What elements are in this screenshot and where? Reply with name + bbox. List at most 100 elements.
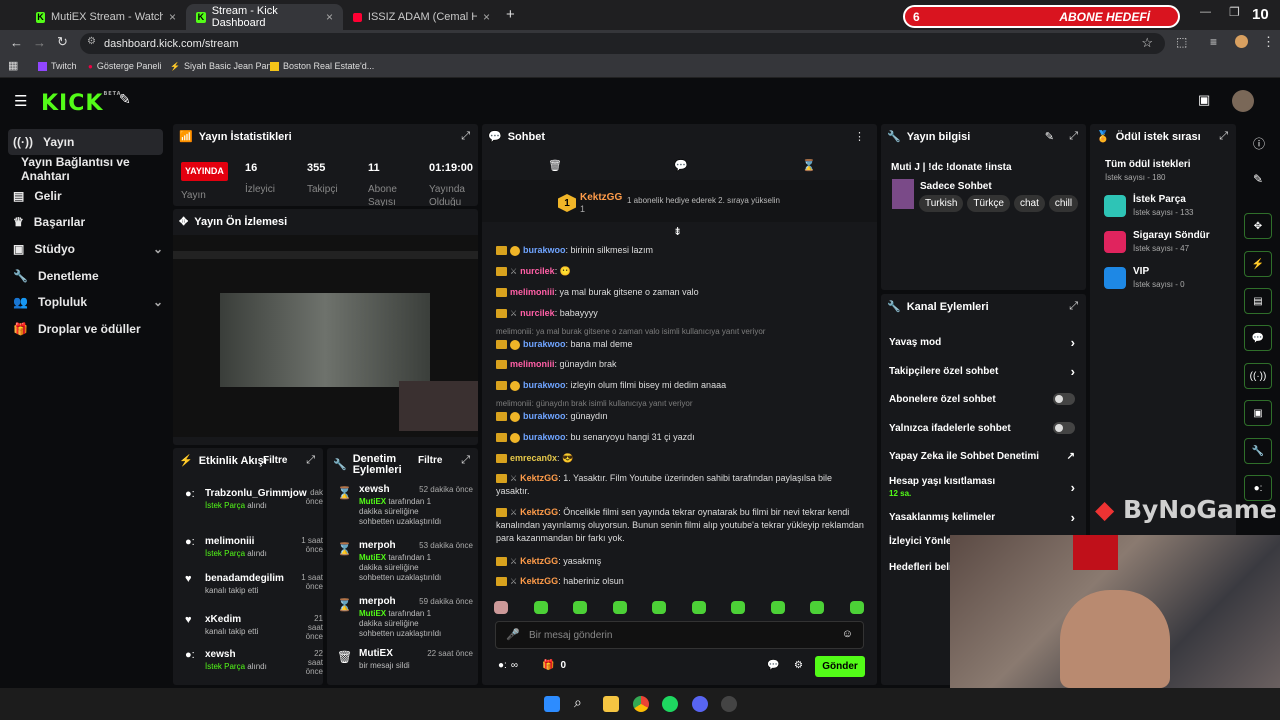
site-info-icon[interactable]: ⚙ <box>87 36 96 47</box>
expand-icon[interactable]: ⤢ <box>461 130 470 143</box>
emote-icon[interactable] <box>731 601 746 614</box>
microphone-icon[interactable]: 🎤 <box>506 628 520 641</box>
browser-tab-1[interactable]: K MutiEX Stream - Watch Live on × <box>26 4 186 30</box>
kick-logo[interactable]: KICKBETA <box>41 91 122 116</box>
apps-grid-icon[interactable]: ▦ <box>8 59 18 72</box>
sidebar-item-drops[interactable]: 🎁 Droplar ve ödüller <box>8 316 163 342</box>
studio-icon[interactable]: ▣ <box>1198 92 1210 108</box>
chat-username[interactable]: burakwoo <box>523 339 566 349</box>
sidebar-item-achievements[interactable]: ♛ Başarılar <box>8 209 163 235</box>
chat-username[interactable]: burakwoo <box>523 380 566 390</box>
channel-points[interactable]: ●: ∞ <box>498 660 518 671</box>
bookmark-twitch[interactable]: Twitch <box>38 61 77 71</box>
filter-button[interactable]: Filtre <box>418 455 442 466</box>
chat-username[interactable]: nurcilek <box>520 308 555 318</box>
chat-username[interactable]: burakwoo <box>523 411 566 421</box>
toggle-switch[interactable] <box>1053 422 1075 434</box>
rail-moderation-button[interactable]: 🔧 <box>1244 438 1272 464</box>
hamburger-menu-icon[interactable]: ☰ <box>14 92 27 110</box>
channel-action-item[interactable]: Yapay Zeka ile Sohbet Denetimi ↗ <box>889 451 1075 462</box>
channel-action-item[interactable]: Hesap yaşı kısıtlaması 12 sa. › <box>889 476 1075 498</box>
sidebar-item-moderation[interactable]: 🔧 Denetleme <box>8 263 163 289</box>
preview-video[interactable] <box>173 235 478 437</box>
rail-studio-button[interactable]: ▣ <box>1244 400 1272 426</box>
emote-icon[interactable] <box>612 601 627 614</box>
toggle-switch[interactable] <box>1053 393 1075 405</box>
hourglass-icon[interactable]: ⌛ <box>802 159 816 172</box>
bookmark-jean[interactable]: ⚡ Siyah Basic Jean Pan... <box>170 61 279 71</box>
emote-icon[interactable] <box>573 601 588 614</box>
minimize-icon[interactable]: — <box>1200 6 1211 18</box>
chat-input[interactable]: 🎤 Bir mesaj gönderin ☺ <box>495 621 864 649</box>
profile-avatar[interactable] <box>1235 35 1248 48</box>
more-icon[interactable]: ⋮ <box>854 130 865 143</box>
scroll-to-bottom-icon[interactable]: ⇟ <box>673 225 682 238</box>
channel-action-item[interactable]: Yasaklanmış kelimeler › <box>889 510 1075 525</box>
info-icon[interactable]: ⓘ <box>1253 135 1265 152</box>
extensions-icon[interactable]: ⬚ <box>1176 35 1187 49</box>
chat-bubble-icon[interactable]: 💬 <box>674 159 688 172</box>
send-button[interactable]: Gönder <box>815 656 865 677</box>
expand-icon[interactable]: ⤢ <box>306 454 315 467</box>
discord-icon[interactable] <box>692 696 708 712</box>
spotify-icon[interactable] <box>662 696 678 712</box>
channel-action-item[interactable]: Yavaş mod › <box>889 335 1075 350</box>
edit-icon[interactable]: ✎ <box>1045 130 1054 143</box>
sidebar-item-studio[interactable]: ▣ Stüdyo ⌄ <box>8 236 163 262</box>
emote-icon[interactable] <box>849 601 864 614</box>
channel-action-item[interactable]: Abonelere özel sohbet <box>889 393 1075 405</box>
forward-icon[interactable]: → <box>33 35 46 50</box>
emote-icon[interactable] <box>691 601 706 614</box>
expand-icon[interactable]: ⤢ <box>1069 130 1078 143</box>
sidebar-item-revenue[interactable]: ▤ Gelir <box>8 183 163 209</box>
chat-username[interactable]: burakwoo <box>523 245 566 255</box>
chrome-icon[interactable] <box>633 696 649 712</box>
bookmark-boston[interactable]: Boston Real Estate'd... <box>270 61 374 71</box>
chat-username[interactable]: KektzGG <box>520 507 558 517</box>
browser-tab-3[interactable]: ISSIZ ADAM (Cemal Hünal, ... × <box>343 4 500 30</box>
chat-settings-bubble-icon[interactable]: 💬 <box>767 660 779 671</box>
emoji-icon[interactable]: ☺ <box>842 628 853 640</box>
reward-item[interactable]: VIP İstek sayısı - 0 <box>1104 266 1185 289</box>
emote-icon[interactable] <box>810 601 825 614</box>
emote-icon[interactable] <box>494 601 508 614</box>
new-tab-icon[interactable]: + <box>506 6 515 23</box>
rail-activity-button[interactable]: ⚡ <box>1244 251 1272 277</box>
gift-counter[interactable]: 🎁 0 <box>542 660 566 671</box>
close-tab-icon[interactable]: × <box>326 10 333 24</box>
chat-username[interactable]: melimoniii <box>510 287 555 297</box>
search-icon[interactable]: ⌕ <box>574 694 590 710</box>
channel-action-item[interactable]: Yalnızca ifadelerle sohbet <box>889 422 1075 434</box>
channel-action-item[interactable]: Takipçilere özel sohbet › <box>889 364 1075 379</box>
gear-icon[interactable]: ⚙ <box>794 660 803 671</box>
close-tab-icon[interactable]: × <box>169 10 176 24</box>
filter-button[interactable]: Filtre <box>263 455 287 466</box>
chat-username[interactable]: emrecan0x <box>510 453 557 463</box>
all-requests-link[interactable]: Tüm ödül istekleri <box>1105 159 1191 170</box>
file-explorer-icon[interactable] <box>603 696 619 712</box>
expand-icon[interactable]: ⤢ <box>1069 300 1078 313</box>
emote-icon[interactable] <box>533 601 548 614</box>
sidebar-item-community[interactable]: 👥 Topluluk ⌄ <box>8 289 163 315</box>
close-tab-icon[interactable]: × <box>483 10 490 24</box>
sidebar-item-stream-key[interactable]: Yayın Bağlantısı ve Anahtarı <box>16 155 176 183</box>
media-icon[interactable]: ≡ <box>1210 35 1217 49</box>
reward-item[interactable]: Sigarayı Söndür İstek sayısı - 47 <box>1104 230 1210 253</box>
chat-username[interactable]: nurcilek <box>520 266 555 276</box>
bookmark-star-icon[interactable]: ☆ <box>1141 35 1153 51</box>
chat-username[interactable]: burakwoo <box>523 432 566 442</box>
sidebar-item-stream[interactable]: ((·)) Yayın <box>8 129 163 155</box>
chat-username[interactable]: melimoniii <box>510 359 555 369</box>
rail-chat-button[interactable]: 💬 <box>1244 325 1272 351</box>
expand-icon[interactable]: ⤢ <box>1219 130 1228 143</box>
address-bar[interactable]: ⚙ dashboard.kick.com/stream ☆ <box>80 33 1165 54</box>
maximize-icon[interactable]: ❐ <box>1229 5 1240 19</box>
app-icon[interactable] <box>721 696 737 712</box>
browser-menu-icon[interactable]: ⋮ <box>1262 34 1275 50</box>
chat-username[interactable]: KektzGG <box>520 576 558 586</box>
chat-username[interactable]: KektzGG <box>520 556 558 566</box>
rail-preview-button[interactable]: ✥ <box>1244 213 1272 239</box>
back-icon[interactable]: ← <box>10 35 23 50</box>
windows-start-icon[interactable] <box>544 696 560 712</box>
emote-icon[interactable] <box>770 601 785 614</box>
